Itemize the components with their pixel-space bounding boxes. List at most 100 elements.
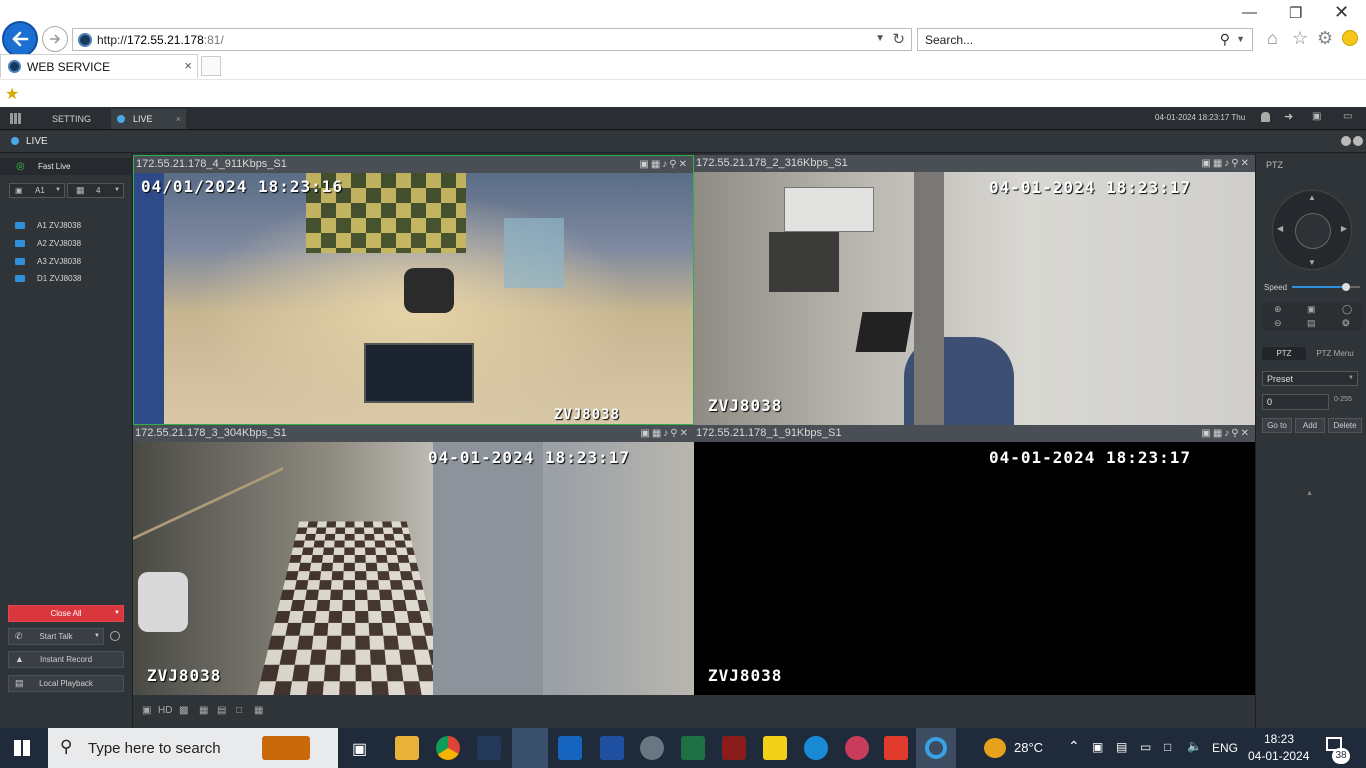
split-select[interactable]: ▦ 4 ▼ xyxy=(67,183,124,198)
file-explorer-icon[interactable] xyxy=(395,736,419,760)
instant-record-button[interactable]: ▲ Instant Record xyxy=(8,651,124,668)
tab-ptz[interactable]: PTZ xyxy=(1262,347,1306,360)
close-all-button[interactable]: Close All ▼ xyxy=(8,605,124,622)
battery-icon[interactable]: ▭ xyxy=(1140,740,1151,754)
windows-start-icon[interactable] xyxy=(14,740,30,756)
snapshot-icon[interactable]: ▣ xyxy=(142,705,151,716)
collapse-icon[interactable]: ▲ xyxy=(1306,490,1313,497)
browser-tab[interactable]: WEB SERVICE × xyxy=(0,54,198,78)
outlook-icon[interactable] xyxy=(512,728,548,768)
focus-near-icon[interactable]: ▣ xyxy=(1307,304,1316,315)
focus-far-icon[interactable]: ▤ xyxy=(1307,318,1316,329)
ptz-center-icon[interactable] xyxy=(1295,213,1331,249)
home-icon[interactable]: ⌂ xyxy=(1267,28,1278,49)
back-button[interactable] xyxy=(2,21,38,57)
excel-icon[interactable] xyxy=(681,736,705,760)
pane-controls-icon[interactable]: ▣▦♪⚲✕ xyxy=(639,156,689,173)
favorites-star-icon[interactable]: ☆ xyxy=(1292,28,1308,49)
arrow-left-icon[interactable]: ◀ xyxy=(1277,224,1283,233)
restore-icon[interactable]: ❐ xyxy=(1289,4,1302,22)
ptz-direction-pad[interactable]: ▲ ▼ ◀ ▶ xyxy=(1272,190,1352,270)
internet-explorer-taskbar-button[interactable] xyxy=(916,728,956,768)
meet-icon[interactable]: ▣ xyxy=(1092,740,1103,754)
volume-icon[interactable]: 🔈 xyxy=(1187,739,1202,753)
tray-app-icon[interactable]: ▤ xyxy=(1116,740,1127,754)
tab-close-icon[interactable]: × xyxy=(184,58,192,73)
device-item[interactable]: A2 ZVJ8038 xyxy=(15,239,81,248)
window-icon[interactable]: ▤ xyxy=(217,705,226,716)
language-indicator[interactable]: ENG xyxy=(1212,741,1238,755)
address-dropdown-icon[interactable]: ▼ xyxy=(875,33,885,44)
fast-live-row[interactable]: ◎ Fast Live xyxy=(0,158,133,175)
minimize-panel-icon[interactable] xyxy=(1341,136,1351,146)
pane-controls-icon[interactable]: ▣▦♪⚲✕ xyxy=(1201,425,1251,442)
arrow-down-icon[interactable]: ▼ xyxy=(1308,258,1316,267)
tally-icon[interactable] xyxy=(722,736,746,760)
hd-button[interactable]: HD xyxy=(158,705,172,716)
delete-button[interactable]: Delete xyxy=(1328,418,1362,433)
device-item[interactable]: A3 ZVJ8038 xyxy=(15,257,81,266)
add-favorites-icon[interactable]: ★ xyxy=(5,84,19,104)
edge-icon[interactable] xyxy=(804,736,828,760)
search-dropdown-icon[interactable]: ▼ xyxy=(1236,34,1245,44)
app-icon[interactable] xyxy=(477,736,501,760)
local-playback-button[interactable]: ▤ Local Playback xyxy=(8,675,124,692)
taskbar-search[interactable]: ⚲ Type here to search xyxy=(48,728,338,768)
tab-setting[interactable]: SETTING xyxy=(30,109,108,129)
smiley-icon[interactable] xyxy=(1342,30,1358,46)
preset-number-input[interactable]: 0 xyxy=(1262,394,1329,410)
search-box[interactable]: Search... ⚲ ▼ xyxy=(917,28,1253,51)
iris-icon[interactable]: ◯ xyxy=(1342,304,1352,315)
refresh-icon[interactable]: ↻ xyxy=(892,30,905,48)
settings-app-icon[interactable] xyxy=(640,736,664,760)
logout-icon[interactable]: ➜ xyxy=(1284,110,1293,123)
gear-icon[interactable]: ⚙ xyxy=(1317,28,1333,49)
task-view-icon[interactable]: ▣ xyxy=(352,739,367,759)
layout-1-icon[interactable]: □ xyxy=(236,705,242,716)
channel-select[interactable]: ▣ A1 ▼ xyxy=(9,183,65,198)
goto-button[interactable]: Go to xyxy=(1262,418,1292,433)
scale-icon[interactable]: ▩ xyxy=(179,705,188,716)
pane-controls-icon[interactable]: ▣▦♪⚲✕ xyxy=(640,425,690,442)
zoom-out-icon[interactable]: ⊖ xyxy=(1274,318,1282,329)
speed-slider[interactable] xyxy=(1292,283,1360,291)
new-tab-button[interactable] xyxy=(201,56,221,76)
tray-chevron-up-icon[interactable]: ⌃ xyxy=(1068,738,1080,755)
anydesk-icon[interactable] xyxy=(884,736,908,760)
video-pane-3[interactable]: 172.55.21.178_3_304Kbps_S1 ▣▦♪⚲✕ 04-01-2… xyxy=(133,425,694,695)
search-icon[interactable]: ⚲ xyxy=(1220,31,1230,48)
apps-grid-icon[interactable] xyxy=(10,113,21,124)
screen-icon[interactable]: ▭ xyxy=(1343,111,1352,122)
iris-close-icon[interactable]: ❂ xyxy=(1342,318,1350,329)
network-icon[interactable]: □ xyxy=(1164,740,1171,754)
sticky-notes-icon[interactable] xyxy=(763,736,787,760)
tab-ptz-menu[interactable]: PTZ Menu xyxy=(1308,347,1362,360)
clock-date[interactable]: 04-01-2024 xyxy=(1248,749,1309,763)
fit-icon[interactable]: ▦ xyxy=(199,705,208,716)
paint-icon[interactable] xyxy=(845,736,869,760)
minimize-icon[interactable]: — xyxy=(1242,4,1257,21)
forward-button[interactable] xyxy=(42,26,68,52)
zoom-in-icon[interactable]: ⊕ xyxy=(1274,304,1282,315)
add-button[interactable]: Add xyxy=(1295,418,1325,433)
speed-knob[interactable] xyxy=(1342,283,1351,291)
pane-controls-icon[interactable]: ▣▦♪⚲✕ xyxy=(1201,155,1251,172)
video-pane-2[interactable]: 172.55.21.178_2_316Kbps_S1 ▣▦♪⚲✕ 04-01-2… xyxy=(694,155,1255,425)
preset-select[interactable]: Preset ▼ xyxy=(1262,371,1358,386)
device-item[interactable]: D1 ZVJ8038 xyxy=(15,274,81,283)
chrome-icon[interactable] xyxy=(436,736,460,760)
remote-desktop-2-icon[interactable] xyxy=(600,736,624,760)
user-icon[interactable] xyxy=(1261,112,1270,122)
device-item[interactable]: A1 ZVJ8038 xyxy=(15,221,81,230)
arrow-up-icon[interactable]: ▲ xyxy=(1308,193,1316,202)
video-pane-4[interactable]: 172.55.21.178_1_91Kbps_S1 ▣▦♪⚲✕ 04-01-20… xyxy=(694,425,1255,695)
close-window-icon[interactable]: ✕ xyxy=(1334,2,1349,23)
fullscreen-icon[interactable]: ▣ xyxy=(1312,111,1321,122)
video-pane-1[interactable]: 172.55.21.178_4_911Kbps_S1 ▣▦♪⚲✕ 04/01/2… xyxy=(133,155,694,425)
tab-live[interactable]: LIVE × xyxy=(111,109,186,129)
live-tab-close-icon[interactable]: × xyxy=(176,109,181,129)
close-panel-icon[interactable] xyxy=(1353,136,1363,146)
remote-desktop-icon[interactable] xyxy=(558,736,582,760)
layout-4-icon[interactable]: ▦ xyxy=(254,705,263,716)
start-talk-button[interactable]: ✆ Start Talk ▼ xyxy=(8,628,104,645)
